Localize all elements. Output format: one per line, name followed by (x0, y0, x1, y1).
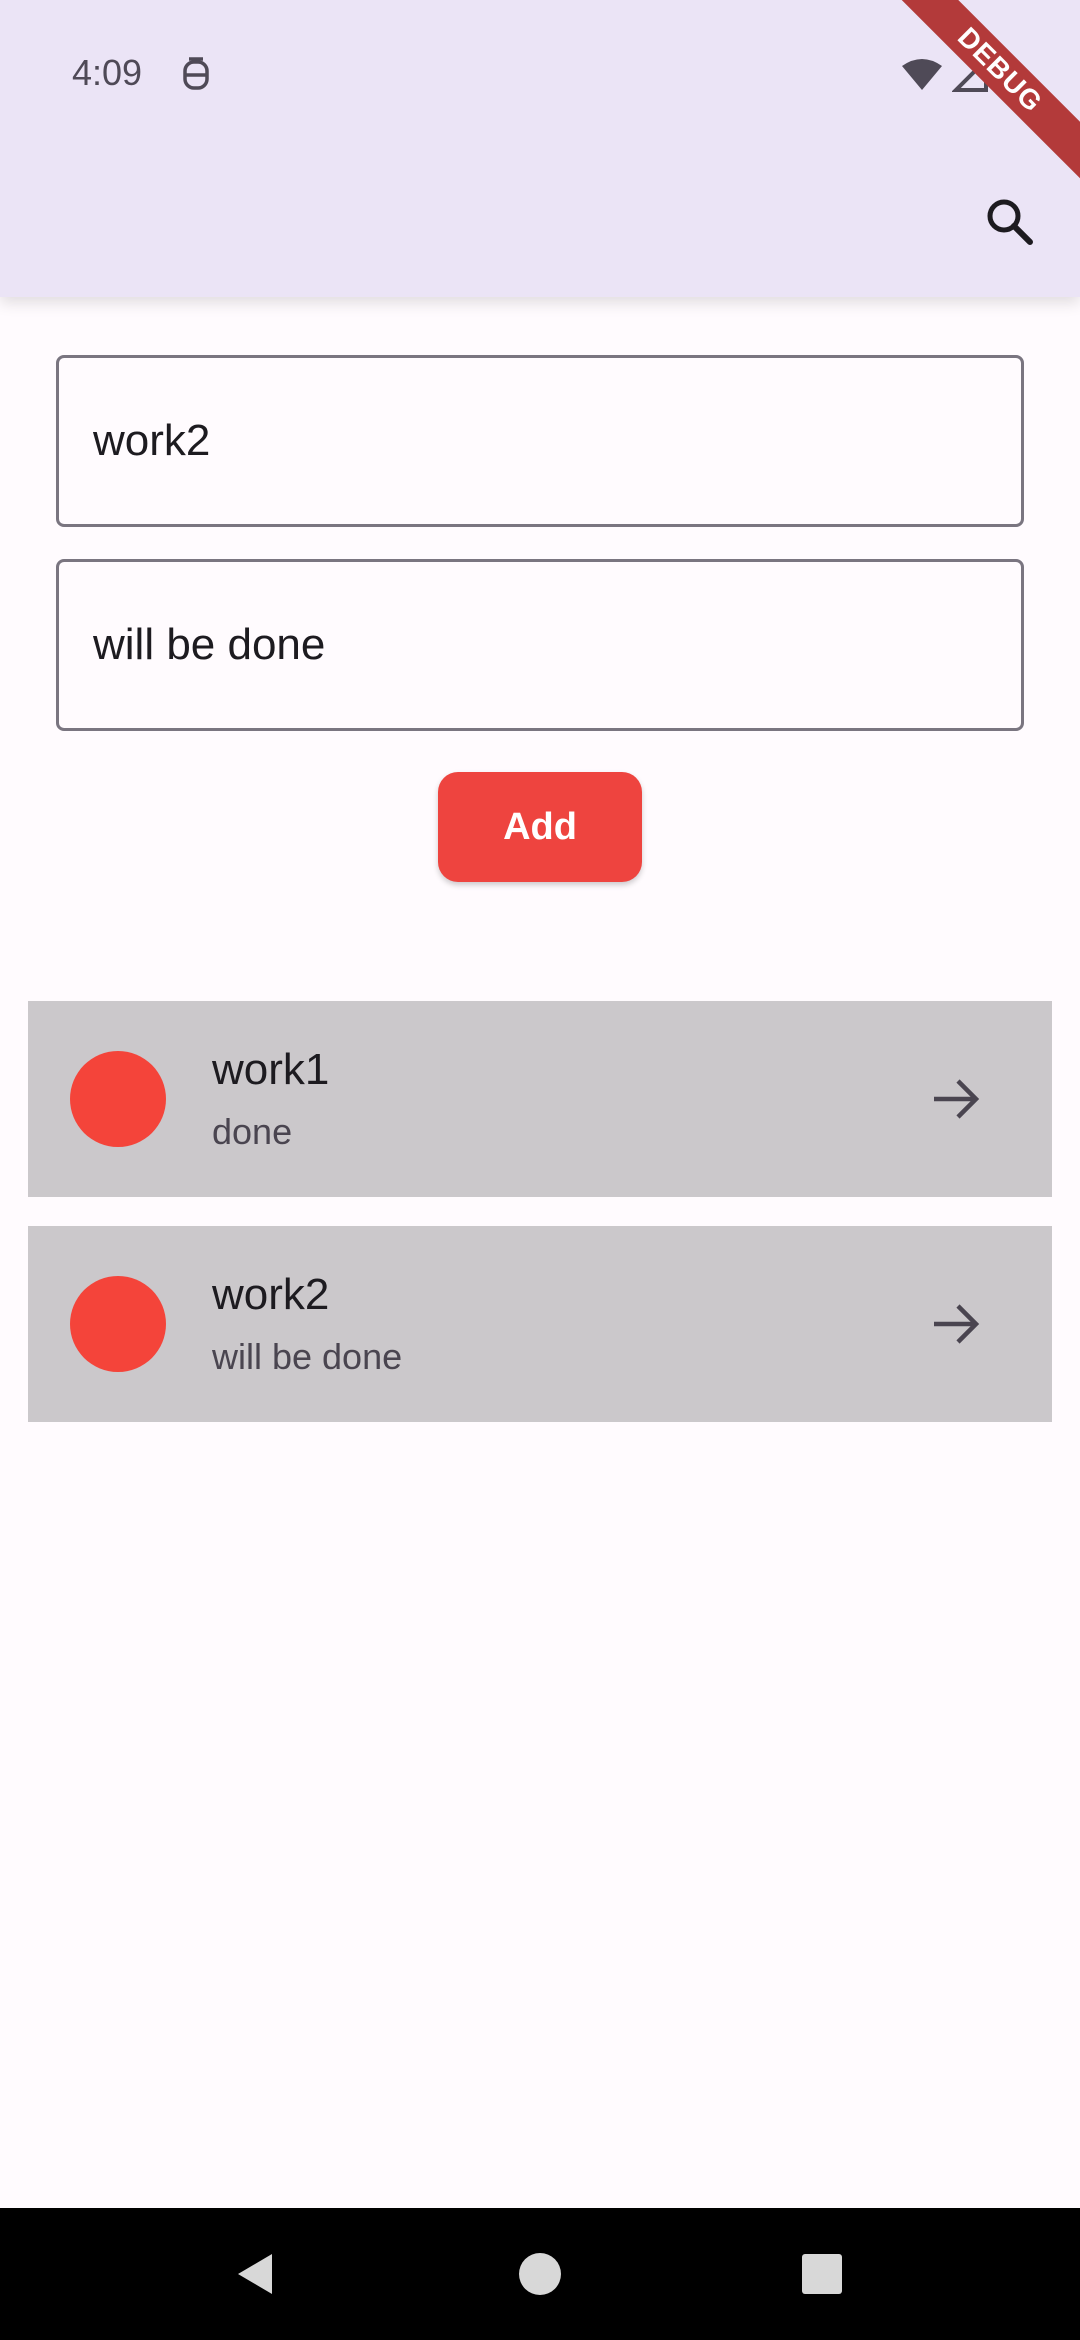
recent-square-icon[interactable] (798, 2250, 846, 2298)
item-title: work2 (212, 1270, 330, 1319)
sim-icon (183, 57, 209, 90)
item-subtitle: done (212, 1111, 293, 1152)
title-input[interactable] (91, 415, 1021, 467)
home-circle-icon[interactable] (516, 2250, 564, 2298)
wifi-icon (902, 59, 942, 90)
system-nav-bar (0, 2208, 1080, 2340)
item-subtitle: will be done (212, 1336, 403, 1377)
screen: 4:09 DEBUG work2 will be done Add work1 … (0, 0, 1080, 2340)
status-time: 4:09 (72, 52, 143, 93)
list-item[interactable]: work1 done (28, 1001, 1052, 1197)
item-title: work1 (212, 1045, 330, 1094)
list-item[interactable]: work2 will be done (28, 1226, 1052, 1422)
description-field[interactable] (56, 559, 1024, 731)
title-field[interactable] (56, 355, 1024, 527)
search-button[interactable] (974, 186, 1044, 256)
add-button[interactable]: Add (438, 772, 642, 882)
search-icon (987, 199, 1033, 245)
status-dot (70, 1051, 166, 1147)
description-input[interactable] (91, 619, 1021, 671)
back-triangle-icon[interactable] (232, 2250, 280, 2298)
status-dot (70, 1276, 166, 1372)
arrow-forward-icon[interactable] (930, 1073, 982, 1125)
app-bar: 4:09 (0, 0, 1080, 297)
arrow-forward-icon[interactable] (930, 1298, 982, 1350)
